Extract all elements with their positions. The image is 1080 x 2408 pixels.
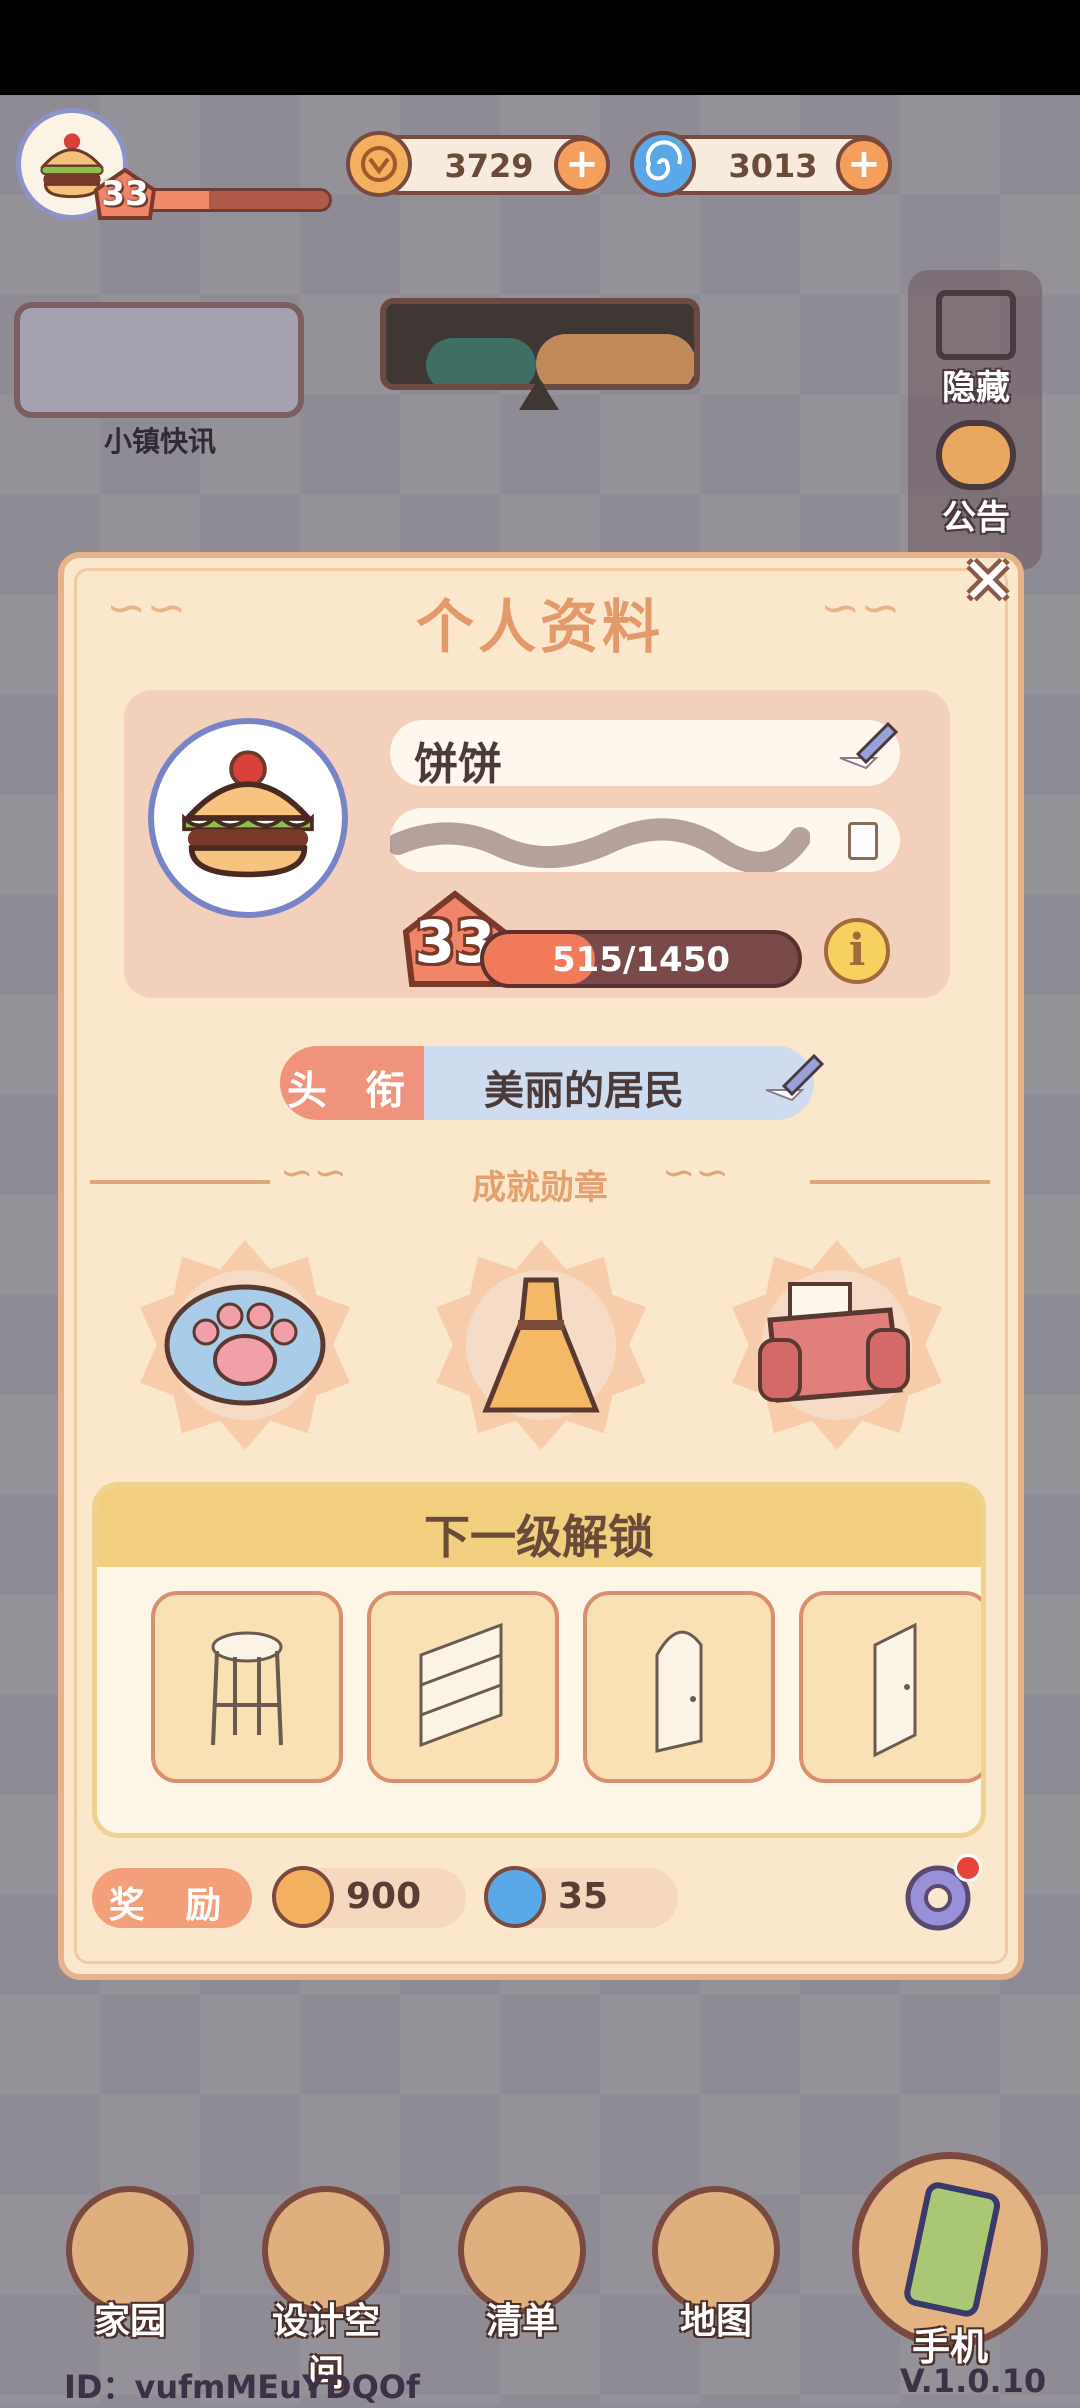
name-field[interactable]: 饼饼 (390, 720, 900, 790)
next-level-unlock-panel: 下一级解锁 (92, 1482, 986, 1838)
burger-icon (181, 750, 315, 878)
nav-map-label: 地图 (679, 2301, 752, 2342)
stool-icon (211, 1631, 283, 1746)
divider-right-ornament-icon: ∽∽ (662, 1150, 730, 1196)
paw-icon (164, 1284, 326, 1406)
phone-icon (904, 2182, 1001, 2317)
fullscreen-icon (936, 290, 1016, 360)
gem-value: 3013 (728, 147, 818, 185)
status-bar (0, 0, 1080, 95)
reward-coins-value: 900 (346, 1876, 422, 1917)
add-gems-button[interactable]: + (836, 137, 892, 193)
dress-icon (482, 1277, 600, 1413)
reward-gems-value: 35 (558, 1876, 609, 1917)
hide-label: 隐藏 (942, 368, 1010, 408)
edit-name-pencil-icon[interactable] (836, 718, 900, 770)
shelf-icon (419, 1622, 503, 1748)
nav-home-button[interactable]: 家园 (60, 2186, 200, 2342)
weather-widget[interactable] (380, 298, 700, 390)
unlock-header-text: 下一级解锁 (424, 1510, 654, 1564)
reward-label: 奖 励 (92, 1868, 252, 1928)
megaphone-icon (936, 420, 1016, 490)
nav-design-button[interactable]: 设计空间 (256, 2186, 396, 2394)
door-icon (873, 1622, 917, 1758)
unlock-item-arched-door[interactable] (583, 1591, 775, 1783)
nav-map-button[interactable]: 地图 (646, 2186, 786, 2342)
level-progress-bar (142, 188, 332, 212)
title-tag-label: 头 衔 (287, 1068, 417, 1114)
coin-icon (346, 131, 412, 197)
notification-dot (954, 1854, 982, 1882)
version-label: V.1.0.10 (900, 2362, 1047, 2400)
reward-label-text: 奖 励 (108, 1885, 236, 1926)
sunset-cloud-icon (536, 334, 694, 384)
unlock-header: 下一级解锁 (97, 1487, 981, 1567)
xp-progress-bar: 515/1450 (480, 930, 802, 988)
title-row: 头 衔 美丽的居民 (280, 1046, 830, 1120)
level-badge: 33 (92, 167, 158, 220)
dress-medal-icon[interactable] (436, 1240, 646, 1450)
announcement-button[interactable]: 公告 (918, 420, 1034, 539)
nav-home-label: 家园 (93, 2301, 166, 2342)
title-value: 美丽的居民 (484, 1068, 684, 1114)
swirl-gem-icon (630, 131, 696, 197)
armchair-icon (758, 1282, 910, 1403)
armchair-medal-icon[interactable] (732, 1240, 942, 1450)
blurred-id-text (390, 818, 810, 872)
weather-pointer (519, 378, 559, 410)
arched-door-icon (655, 1630, 703, 1753)
swirl-gem-icon (484, 1866, 546, 1928)
hide-button[interactable]: 隐藏 (918, 290, 1034, 409)
coin-value: 3729 (444, 147, 534, 185)
player-name: 饼饼 (414, 739, 502, 790)
player-id-field (390, 808, 900, 872)
coin-icon (272, 1866, 334, 1928)
unlock-item-door[interactable] (799, 1591, 981, 1783)
announcement-label: 公告 (942, 498, 1010, 538)
add-coins-button[interactable]: + (554, 137, 610, 193)
profile-avatar[interactable] (148, 718, 348, 918)
player-id-footer: ID：vufmMEuYDQOf (64, 2368, 420, 2406)
divider-right (810, 1180, 990, 1184)
paw-medal-icon[interactable] (140, 1240, 350, 1450)
unlock-item-shelf[interactable] (367, 1591, 559, 1783)
xp-text: 515/1450 (551, 940, 731, 980)
title-tag: 头 衔 (280, 1046, 424, 1120)
title-value-field[interactable]: 美丽的居民 (424, 1046, 814, 1120)
copy-icon[interactable] (848, 822, 878, 860)
achievements-label: 成就勋章 (472, 1168, 608, 1208)
unlock-item-stool[interactable] (151, 1591, 343, 1783)
edit-title-pencil-icon[interactable] (762, 1050, 826, 1102)
dialog-title: 个人资料 (415, 593, 664, 661)
nav-list-label: 清单 (485, 2301, 558, 2342)
town-news-label: 小镇快讯 (103, 425, 216, 458)
level-number: 33 (101, 174, 149, 214)
nav-list-button[interactable]: 清单 (452, 2186, 592, 2342)
info-button[interactable]: i (824, 918, 890, 984)
town-news-panel[interactable] (14, 302, 304, 418)
